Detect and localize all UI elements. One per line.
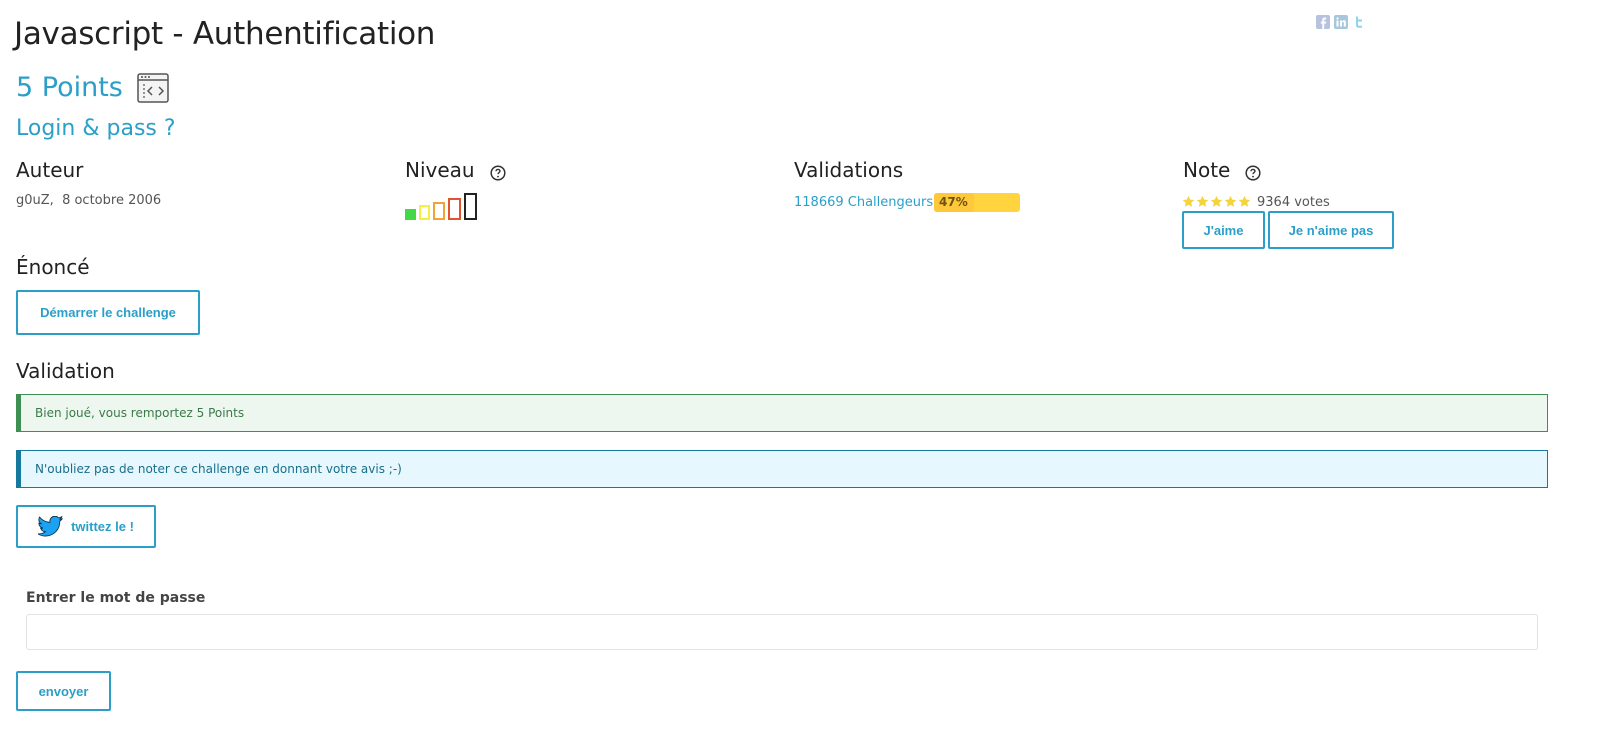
author-date: 8 octobre 2006 — [62, 193, 162, 208]
twitter-bird-icon — [38, 516, 63, 537]
dislike-button[interactable]: Je n'aime pas — [1268, 211, 1394, 249]
share-links — [1316, 15, 1366, 29]
level-bar-1 — [405, 209, 416, 220]
facebook-share-link[interactable] — [1316, 15, 1330, 29]
author-section: Auteur g0uZ, 8 octobre 2006 — [16, 157, 161, 208]
help-icon[interactable] — [490, 164, 506, 181]
level-bar-2 — [419, 205, 430, 220]
validation-percent: 47% — [939, 195, 968, 209]
challenge-points: 5 Points — [16, 72, 123, 103]
author-link[interactable]: g0uZ — [16, 193, 50, 208]
validations-section: Validations — [794, 157, 903, 183]
challengers-link[interactable]: 118669 Challengeurs — [794, 195, 933, 210]
twitter-share-link[interactable] — [1352, 15, 1366, 29]
validation-heading: Validation — [16, 359, 115, 383]
info-alert: N'oubliez pas de noter ce challenge en d… — [16, 450, 1548, 488]
points-row: 5 Points — [16, 70, 169, 106]
validations-heading: Validations — [794, 158, 904, 182]
level-bar-5 — [464, 193, 477, 220]
level-bar-4 — [448, 198, 461, 220]
star-icon — [1238, 195, 1251, 207]
web-client-icon — [137, 73, 169, 103]
password-label: Entrer le mot de passe — [26, 590, 206, 606]
level-heading: Niveau — [405, 158, 475, 182]
note-heading: Note — [1183, 158, 1231, 182]
difficulty-levels — [405, 193, 477, 220]
success-alert: Bien joué, vous remportez 5 Points — [16, 394, 1548, 432]
tweet-label: twittez le ! — [71, 519, 134, 534]
rating-stars — [1182, 195, 1251, 208]
note-section: Note — [1183, 157, 1261, 183]
level-section: Niveau — [405, 157, 506, 183]
help-icon[interactable] — [1245, 164, 1261, 181]
star-icon — [1224, 195, 1237, 207]
password-input[interactable] — [26, 614, 1538, 650]
tweet-button[interactable]: twittez le ! — [16, 505, 156, 548]
level-bar-3 — [433, 202, 445, 220]
twitter-icon — [1356, 16, 1362, 28]
author-heading: Auteur — [16, 158, 84, 182]
star-icon — [1196, 195, 1209, 207]
statement-heading: Énoncé — [16, 255, 90, 279]
like-button[interactable]: J'aime — [1182, 211, 1265, 249]
page-title: Javascript - Authentification — [14, 16, 436, 52]
submit-button[interactable]: envoyer — [16, 671, 111, 711]
author-meta: g0uZ, 8 octobre 2006 — [16, 193, 161, 208]
challenge-subtitle: Login & pass ? — [16, 116, 176, 141]
linkedin-share-link[interactable] — [1334, 15, 1348, 29]
votes-count: 9364 votes — [1257, 195, 1330, 210]
star-icon — [1210, 195, 1223, 207]
start-challenge-button[interactable]: Démarrer le challenge — [16, 290, 200, 335]
validation-progress: 47% — [934, 193, 1020, 212]
facebook-icon — [1316, 15, 1330, 29]
author-separator: , — [49, 193, 54, 208]
star-icon — [1182, 195, 1195, 207]
linkedin-icon — [1334, 15, 1348, 29]
